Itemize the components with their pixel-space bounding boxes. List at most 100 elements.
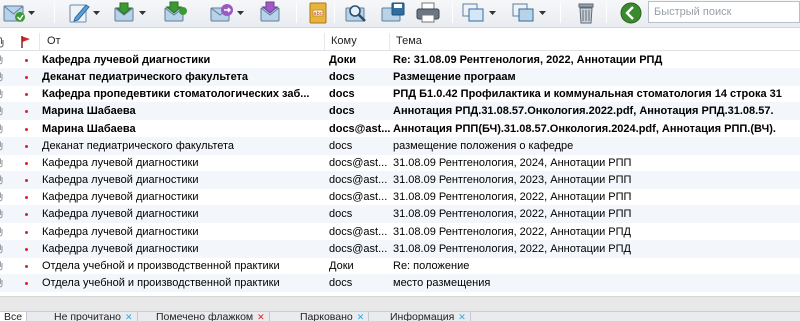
- message-row[interactable]: Кафедра пропедевтики стоматологических з…: [0, 85, 800, 103]
- message-subject: Re: 31.08.09 Рентгенология, 2022, Аннота…: [393, 54, 663, 66]
- message-row[interactable]: Деканат педиатрического факультета docs Ра…: [0, 68, 800, 87]
- message-row[interactable]: Кафедра лучевой диагностики docs@ast... 31…: [0, 239, 800, 258]
- message-from: Кафедра лучевой диагностики: [42, 208, 199, 221]
- paperclip-icon: [0, 106, 3, 116]
- message-subject: Re: положение: [393, 259, 470, 272]
- paperclip-icon: [0, 243, 3, 253]
- reply-all-button[interactable]: [160, 1, 190, 25]
- message-from: Деканат педиатрического факультета: [42, 71, 249, 84]
- message-row[interactable]: Кафедра лучевой диагностики docs@ast... 31…: [0, 154, 800, 172]
- message-row[interactable]: Кафедра лучевой диагностики docs@ast... 31…: [0, 188, 800, 206]
- message-to: docs: [329, 71, 355, 84]
- svg-text:abc: abc: [314, 11, 323, 17]
- forward-dropdown[interactable]: [236, 1, 245, 25]
- message-to: docs@ast...: [329, 174, 388, 187]
- message-from: Кафедра лучевой диагностики: [42, 191, 199, 204]
- message-from: Отдела учебной и производственной практи…: [42, 276, 280, 289]
- search-input[interactable]: Быстрый поиск: [648, 1, 800, 23]
- new-message-dropdown[interactable]: [92, 1, 101, 25]
- new-message-icon: [69, 4, 90, 23]
- check-mail-dropdown[interactable]: [27, 1, 36, 25]
- copy-dropdown[interactable]: [488, 1, 497, 25]
- filter-tab[interactable]: Все: [0, 311, 28, 321]
- filter-tab[interactable]: Парковано ✕: [296, 312, 370, 321]
- column-header-from[interactable]: От: [47, 33, 61, 51]
- forward-button[interactable]: [206, 1, 245, 25]
- horizontal-scrollbar[interactable]: [0, 296, 800, 311]
- reply-dropdown[interactable]: [138, 1, 147, 25]
- close-icon[interactable]: ✕: [257, 312, 265, 321]
- column-header-subject[interactable]: Тема: [396, 33, 422, 51]
- paperclip-icon: [0, 192, 3, 202]
- chevron-down-icon: [539, 11, 546, 15]
- message-from: Деканат педиатрического факультета: [42, 139, 235, 152]
- attachment-column-icon[interactable]: [0, 37, 5, 51]
- paperclip-icon: [0, 55, 3, 65]
- message-subject: место размещения: [393, 276, 491, 289]
- message-subject: 31.08.09 Рентгенология, 2022, Аннотации …: [393, 242, 631, 255]
- message-from: Марина Шабаева: [42, 122, 136, 135]
- find-button[interactable]: [342, 1, 372, 25]
- unread-dot-icon: [25, 59, 28, 62]
- filter-tab[interactable]: Помечено флажком ✕: [152, 312, 270, 321]
- filter-tab-label: Все: [4, 311, 23, 321]
- forward-icon: [210, 4, 233, 22]
- column-header-to[interactable]: Кому: [331, 33, 357, 51]
- unread-dot-icon: [25, 93, 28, 97]
- folder-button[interactable]: [510, 1, 547, 25]
- copy-button[interactable]: [460, 1, 497, 25]
- filter-tab-label: Не прочитано: [54, 311, 121, 321]
- paperclip-icon: [0, 261, 3, 271]
- message-to: Доки: [329, 54, 356, 66]
- unread-dot-icon: [25, 213, 28, 217]
- back-icon: [620, 2, 642, 24]
- folder-dropdown[interactable]: [538, 1, 547, 25]
- filter-tab[interactable]: Информация ✕: [386, 312, 471, 321]
- print-button[interactable]: [414, 1, 444, 25]
- message-from: Кафедра лучевой диагностики: [42, 54, 211, 66]
- address-book-icon: abc: [309, 2, 327, 24]
- delete-button[interactable]: [572, 1, 600, 25]
- close-icon[interactable]: ✕: [357, 312, 365, 321]
- message-row[interactable]: Отдела учебной и производственной практи…: [0, 273, 800, 292]
- address-book-button[interactable]: abc: [305, 1, 331, 25]
- chevron-down-icon: [93, 11, 100, 15]
- filter-tab[interactable]: Не прочитано ✕: [50, 312, 138, 321]
- close-icon[interactable]: ✕: [125, 312, 133, 321]
- reply-button[interactable]: [110, 1, 147, 25]
- message-row[interactable]: Марина Шабаева docs@ast... Аннотация РПП(Б…: [0, 120, 800, 138]
- message-subject: 31.08.09 Рентгенология, 2022, Аннотации …: [393, 208, 632, 221]
- unread-dot-icon: [25, 179, 28, 183]
- back-button[interactable]: [618, 1, 644, 25]
- message-to: docs@ast...: [329, 191, 388, 204]
- find-icon: [345, 5, 366, 22]
- message-from: Марина Шабаева: [42, 105, 136, 118]
- message-to: docs@ast...: [329, 225, 388, 238]
- save-button[interactable]: [378, 1, 408, 25]
- check-mail-button[interactable]: [0, 1, 36, 25]
- message-row[interactable]: Отдела учебной и производственной практи…: [0, 257, 800, 275]
- chevron-down-icon: [237, 11, 244, 15]
- message-list: Кафедра лучевой диагностики Доки Re: 31.08…: [0, 51, 800, 296]
- close-icon[interactable]: ✕: [458, 312, 466, 321]
- message-list-header: От Кому Тема: [0, 33, 800, 51]
- message-row[interactable]: Кафедра лучевой диагностики docs@ast... 31…: [0, 223, 800, 241]
- message-subject: Размещение програам: [393, 71, 516, 84]
- delete-icon: [578, 3, 594, 24]
- message-from: Кафедра пропедевтики стоматологических з…: [42, 88, 310, 101]
- message-row[interactable]: Марина Шабаева docs Аннотация РПД.31.08.57…: [0, 102, 800, 121]
- new-message-button[interactable]: [66, 1, 101, 25]
- reply-icon: [114, 2, 134, 22]
- message-subject: Аннотация РПП(БЧ).31.08.57.Онкология.202…: [393, 122, 776, 135]
- folder-icon: [512, 3, 534, 22]
- move-to-folder-button[interactable]: [256, 1, 286, 25]
- unread-dot-icon: [25, 76, 28, 80]
- paperclip-icon: [0, 175, 3, 185]
- message-row[interactable]: Деканат педиатрического факультета docs ра…: [0, 136, 800, 155]
- flag-column-icon[interactable]: [20, 35, 32, 52]
- paperclip-icon: [0, 278, 3, 288]
- message-row[interactable]: Кафедра лучевой диагностики docs@ast... 31…: [0, 171, 800, 190]
- message-row[interactable]: Кафедра лучевой диагностики Доки Re: 31.08…: [0, 51, 800, 69]
- message-row[interactable]: Кафедра лучевой диагностики docs 31.08.09 …: [0, 205, 800, 224]
- unread-dot-icon: [25, 196, 28, 200]
